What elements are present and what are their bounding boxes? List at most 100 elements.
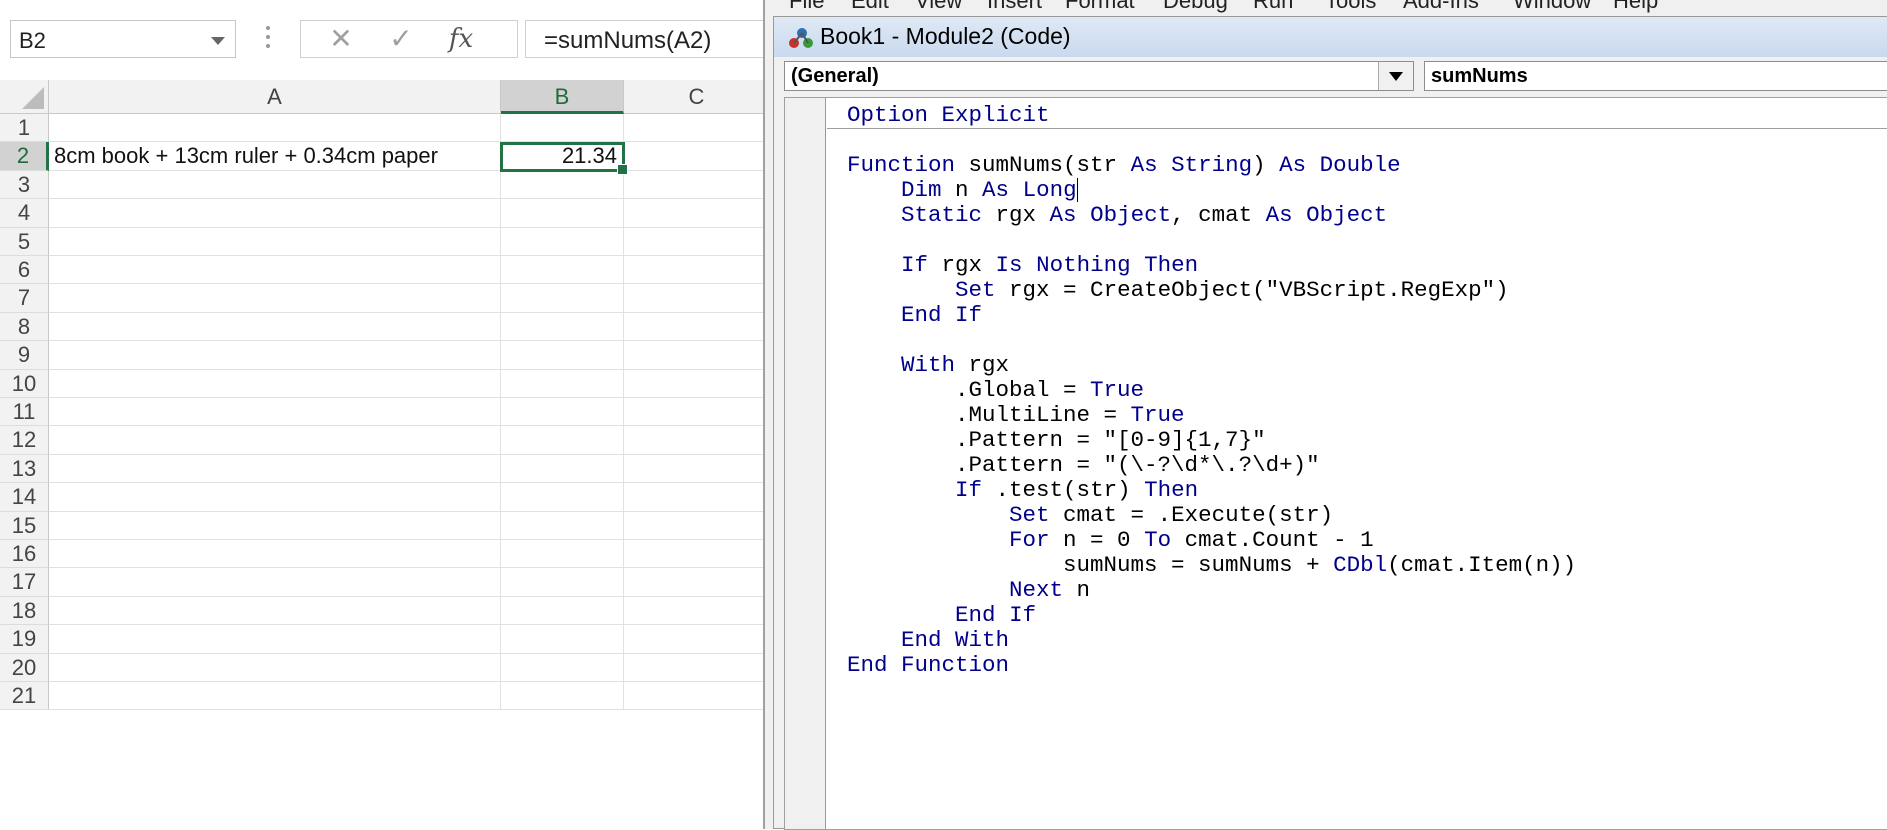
- row-header-14[interactable]: 14: [0, 483, 49, 512]
- cell-b20[interactable]: [501, 653, 624, 682]
- menu-help[interactable]: Help: [1613, 0, 1658, 14]
- row-header-6[interactable]: 6: [0, 256, 49, 285]
- cell-a9[interactable]: [49, 341, 501, 370]
- row-header-10[interactable]: 10: [0, 369, 49, 398]
- cell-b15[interactable]: [501, 511, 624, 540]
- cell-a3[interactable]: [49, 170, 501, 200]
- row-header-4[interactable]: 4: [0, 199, 49, 228]
- cell-b4[interactable]: [501, 199, 624, 228]
- cell-a21[interactable]: [49, 682, 501, 711]
- cell-a20[interactable]: [49, 653, 501, 682]
- menu-file[interactable]: File: [789, 0, 824, 14]
- cell-c7[interactable]: [624, 284, 770, 313]
- code-line[interactable]: End Function: [847, 650, 1009, 680]
- cell-a16[interactable]: [49, 540, 501, 569]
- cell-c5[interactable]: [624, 227, 770, 256]
- cell-a8[interactable]: [49, 312, 501, 342]
- cell-a13[interactable]: [49, 454, 501, 484]
- row-header-11[interactable]: 11: [0, 398, 49, 427]
- cell-b13[interactable]: [501, 454, 624, 484]
- cell-a11[interactable]: [49, 398, 501, 427]
- cell-b11[interactable]: [501, 398, 624, 427]
- row-header-21[interactable]: 21: [0, 682, 49, 711]
- cell-a7[interactable]: [49, 284, 501, 313]
- row-header-3[interactable]: 3: [0, 170, 49, 200]
- margin-indicator-bar[interactable]: [785, 98, 826, 829]
- cell-b18[interactable]: [501, 596, 624, 626]
- code-editor[interactable]: Option Explicit Function sumNums(str As S…: [784, 97, 1887, 830]
- row-header-8[interactable]: 8: [0, 312, 49, 342]
- fill-handle[interactable]: [617, 163, 628, 175]
- cell-b19[interactable]: [501, 625, 624, 654]
- row-header-7[interactable]: 7: [0, 284, 49, 313]
- row-header-20[interactable]: 20: [0, 653, 49, 682]
- column-header-a[interactable]: A: [49, 80, 501, 114]
- code-area[interactable]: Option Explicit Function sumNums(str As S…: [827, 98, 1887, 829]
- cell-c12[interactable]: [624, 426, 770, 455]
- code-line[interactable]: End If: [847, 300, 982, 330]
- cell-c10[interactable]: [624, 369, 770, 398]
- row-header-16[interactable]: 16: [0, 540, 49, 569]
- row-header-1[interactable]: 1: [0, 114, 49, 143]
- cell-a4[interactable]: [49, 199, 501, 228]
- cell-c17[interactable]: [624, 568, 770, 597]
- row-header-18[interactable]: 18: [0, 596, 49, 626]
- cell-c14[interactable]: [624, 483, 770, 512]
- menu-insert[interactable]: Insert: [987, 0, 1042, 14]
- cell-a5[interactable]: [49, 227, 501, 256]
- cell-c1[interactable]: [624, 114, 770, 143]
- cell-b7[interactable]: [501, 284, 624, 313]
- cell-b10[interactable]: [501, 369, 624, 398]
- menu-debug[interactable]: Debug: [1163, 0, 1228, 14]
- cell-b9[interactable]: [501, 341, 624, 370]
- cell-c6[interactable]: [624, 256, 770, 285]
- more-options-icon[interactable]: [266, 26, 270, 52]
- cell-a15[interactable]: [49, 511, 501, 540]
- cell-c11[interactable]: [624, 398, 770, 427]
- row-header-12[interactable]: 12: [0, 426, 49, 455]
- cell-a2[interactable]: 8cm book + 13cm ruler + 0.34cm paper: [49, 142, 501, 171]
- menu-tools[interactable]: Tools: [1325, 0, 1376, 14]
- cell-a12[interactable]: [49, 426, 501, 455]
- row-header-9[interactable]: 9: [0, 341, 49, 370]
- chevron-down-icon[interactable]: [1378, 62, 1413, 90]
- cell-c20[interactable]: [624, 653, 770, 682]
- cell-b1[interactable]: [501, 114, 624, 143]
- cell-c9[interactable]: [624, 341, 770, 370]
- cell-a18[interactable]: [49, 596, 501, 626]
- procedure-dropdown[interactable]: sumNums: [1424, 61, 1887, 91]
- cell-a1[interactable]: [49, 114, 501, 143]
- formula-input[interactable]: =sumNums(A2): [525, 20, 770, 58]
- menu-window[interactable]: Window: [1513, 0, 1591, 14]
- name-box[interactable]: B2: [10, 20, 236, 58]
- row-header-15[interactable]: 15: [0, 511, 49, 540]
- column-header-c[interactable]: C: [624, 80, 770, 114]
- cell-c3[interactable]: [624, 170, 770, 200]
- cell-b17[interactable]: [501, 568, 624, 597]
- cell-c4[interactable]: [624, 199, 770, 228]
- select-all-button[interactable]: [0, 80, 49, 114]
- cell-c8[interactable]: [624, 312, 770, 342]
- cell-b16[interactable]: [501, 540, 624, 569]
- cell-c13[interactable]: [624, 454, 770, 484]
- cancel-icon[interactable]: ✕: [321, 25, 361, 53]
- cell-b12[interactable]: [501, 426, 624, 455]
- menu-view[interactable]: View: [915, 0, 962, 14]
- cell-c16[interactable]: [624, 540, 770, 569]
- cell-a14[interactable]: [49, 483, 501, 512]
- row-header-13[interactable]: 13: [0, 454, 49, 484]
- row-header-17[interactable]: 17: [0, 568, 49, 597]
- object-dropdown[interactable]: (General): [784, 61, 1414, 91]
- menu-addins[interactable]: Add-Ins: [1403, 0, 1479, 14]
- cell-b5[interactable]: [501, 227, 624, 256]
- code-window-titlebar[interactable]: Book1 - Module2 (Code): [774, 17, 1887, 57]
- cell-c19[interactable]: [624, 625, 770, 654]
- cell-c2[interactable]: [624, 142, 770, 171]
- cell-b21[interactable]: [501, 682, 624, 711]
- menu-run[interactable]: Run: [1253, 0, 1293, 14]
- menu-format[interactable]: Format: [1065, 0, 1135, 14]
- check-icon[interactable]: ✓: [381, 25, 421, 53]
- cell-c21[interactable]: [624, 682, 770, 711]
- chevron-down-icon[interactable]: [211, 37, 225, 45]
- cell-a19[interactable]: [49, 625, 501, 654]
